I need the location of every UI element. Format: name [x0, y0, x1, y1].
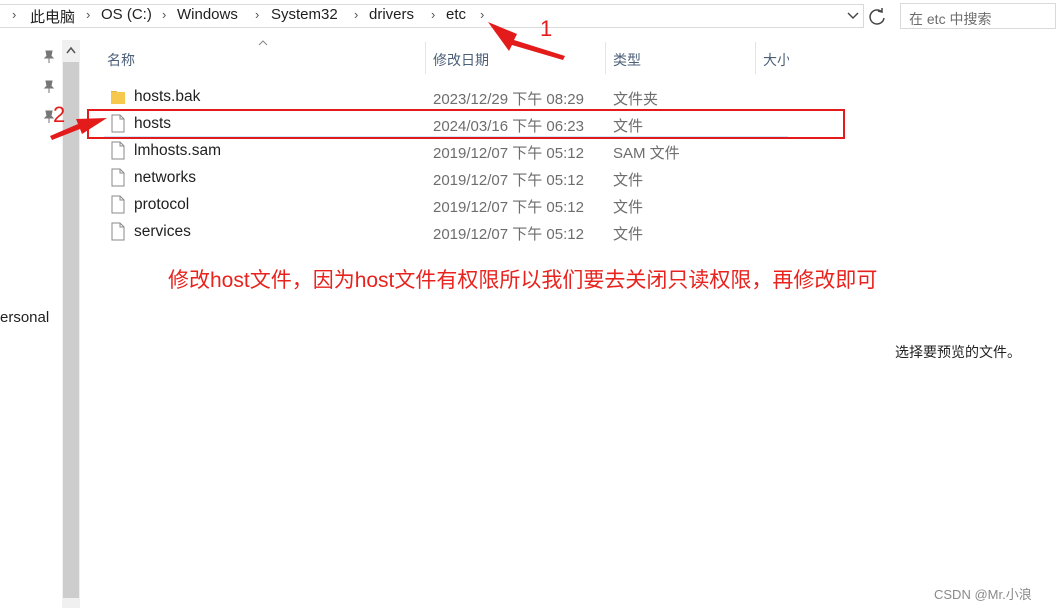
file-type: 文件 [613, 226, 644, 243]
file-name: protocol [134, 196, 190, 213]
breadcrumb-chevron-icon[interactable]: › [162, 7, 166, 22]
nav-item-personal[interactable]: ersonal [0, 309, 49, 326]
annotation-note: 修改host文件，因为host文件有权限所以我们要去关闭只读权限，再修改即可 [168, 269, 878, 292]
file-row-services[interactable]: services 2019/12/07 下午 05:12 文件 [100, 218, 790, 245]
breadcrumb-chevron-icon[interactable]: › [255, 7, 259, 22]
scroll-up-icon[interactable] [66, 46, 76, 54]
pin-icon[interactable] [42, 50, 56, 64]
file-name: services [134, 223, 191, 240]
annotation-marker-1: 1 [540, 16, 553, 41]
file-date: 2019/12/07 下午 05:12 [433, 145, 584, 162]
file-date: 2019/12/07 下午 05:12 [433, 172, 584, 189]
file-row-networks[interactable]: networks 2019/12/07 下午 05:12 文件 [100, 164, 790, 191]
file-row-protocol[interactable]: protocol 2019/12/07 下午 05:12 文件 [100, 191, 790, 218]
file-icon [111, 222, 125, 241]
file-icon [111, 195, 125, 214]
file-name: lmhosts.sam [134, 142, 221, 159]
file-icon [111, 168, 125, 187]
refresh-icon[interactable] [866, 6, 888, 28]
file-icon [111, 141, 125, 160]
column-header-size[interactable]: 大小 [763, 50, 789, 70]
column-header-name[interactable]: 名称 [107, 50, 135, 70]
breadcrumb-windows[interactable]: Windows [177, 6, 238, 23]
column-header-type[interactable]: 类型 [613, 50, 641, 70]
breadcrumb-chevron-icon[interactable]: › [354, 7, 358, 22]
pin-icon[interactable] [42, 80, 56, 94]
breadcrumb-chevron-icon[interactable]: › [431, 7, 435, 22]
breadcrumb-etc[interactable]: etc [446, 6, 466, 23]
column-header-date[interactable]: 修改日期 [433, 50, 489, 70]
file-type: SAM 文件 [613, 145, 680, 162]
breadcrumb-chevron-icon[interactable]: › [12, 7, 16, 22]
address-bar: › 此电脑 › OS (C:) › Windows › System32 › d… [0, 0, 890, 32]
search-placeholder: 在 etc 中搜索 [909, 11, 992, 27]
search-input[interactable]: 在 etc 中搜索 [900, 3, 1056, 29]
folder-icon [111, 91, 125, 104]
file-name: networks [134, 169, 197, 186]
file-type: 文件 [613, 172, 644, 189]
breadcrumb-chevron-icon[interactable]: › [86, 7, 90, 22]
file-date: 2023/12/29 下午 08:29 [433, 91, 584, 108]
preview-pane-message: 选择要预览的文件。 [895, 344, 1021, 360]
breadcrumb-chevron-icon[interactable]: › [480, 7, 484, 22]
file-row-lmhosts-sam[interactable]: lmhosts.sam 2019/12/07 下午 05:12 SAM 文件 [100, 137, 790, 164]
file-type: 文件 [613, 199, 644, 216]
breadcrumb-this-pc[interactable]: 此电脑 [30, 6, 75, 27]
annotation-marker-2: 2 [53, 102, 66, 127]
column-divider[interactable] [755, 42, 756, 74]
breadcrumb-os-c[interactable]: OS (C:) [101, 6, 152, 23]
breadcrumb-drivers[interactable]: drivers [369, 6, 414, 23]
breadcrumb-system32[interactable]: System32 [271, 6, 338, 23]
watermark: CSDN @Mr.小浪 [934, 587, 1032, 602]
file-date: 2019/12/07 下午 05:12 [433, 199, 584, 216]
file-row-hosts-bak[interactable]: hosts.bak 2023/12/29 下午 08:29 文件夹 [100, 83, 790, 110]
file-name: hosts.bak [134, 88, 201, 105]
file-type: 文件夹 [613, 91, 659, 108]
column-divider[interactable] [605, 42, 606, 74]
highlight-box [87, 109, 845, 139]
chevron-down-icon[interactable] [846, 9, 860, 23]
column-divider[interactable] [425, 42, 426, 74]
file-date: 2019/12/07 下午 05:12 [433, 226, 584, 243]
sort-ascending-icon [258, 40, 268, 46]
scrollbar-thumb[interactable] [63, 62, 79, 598]
